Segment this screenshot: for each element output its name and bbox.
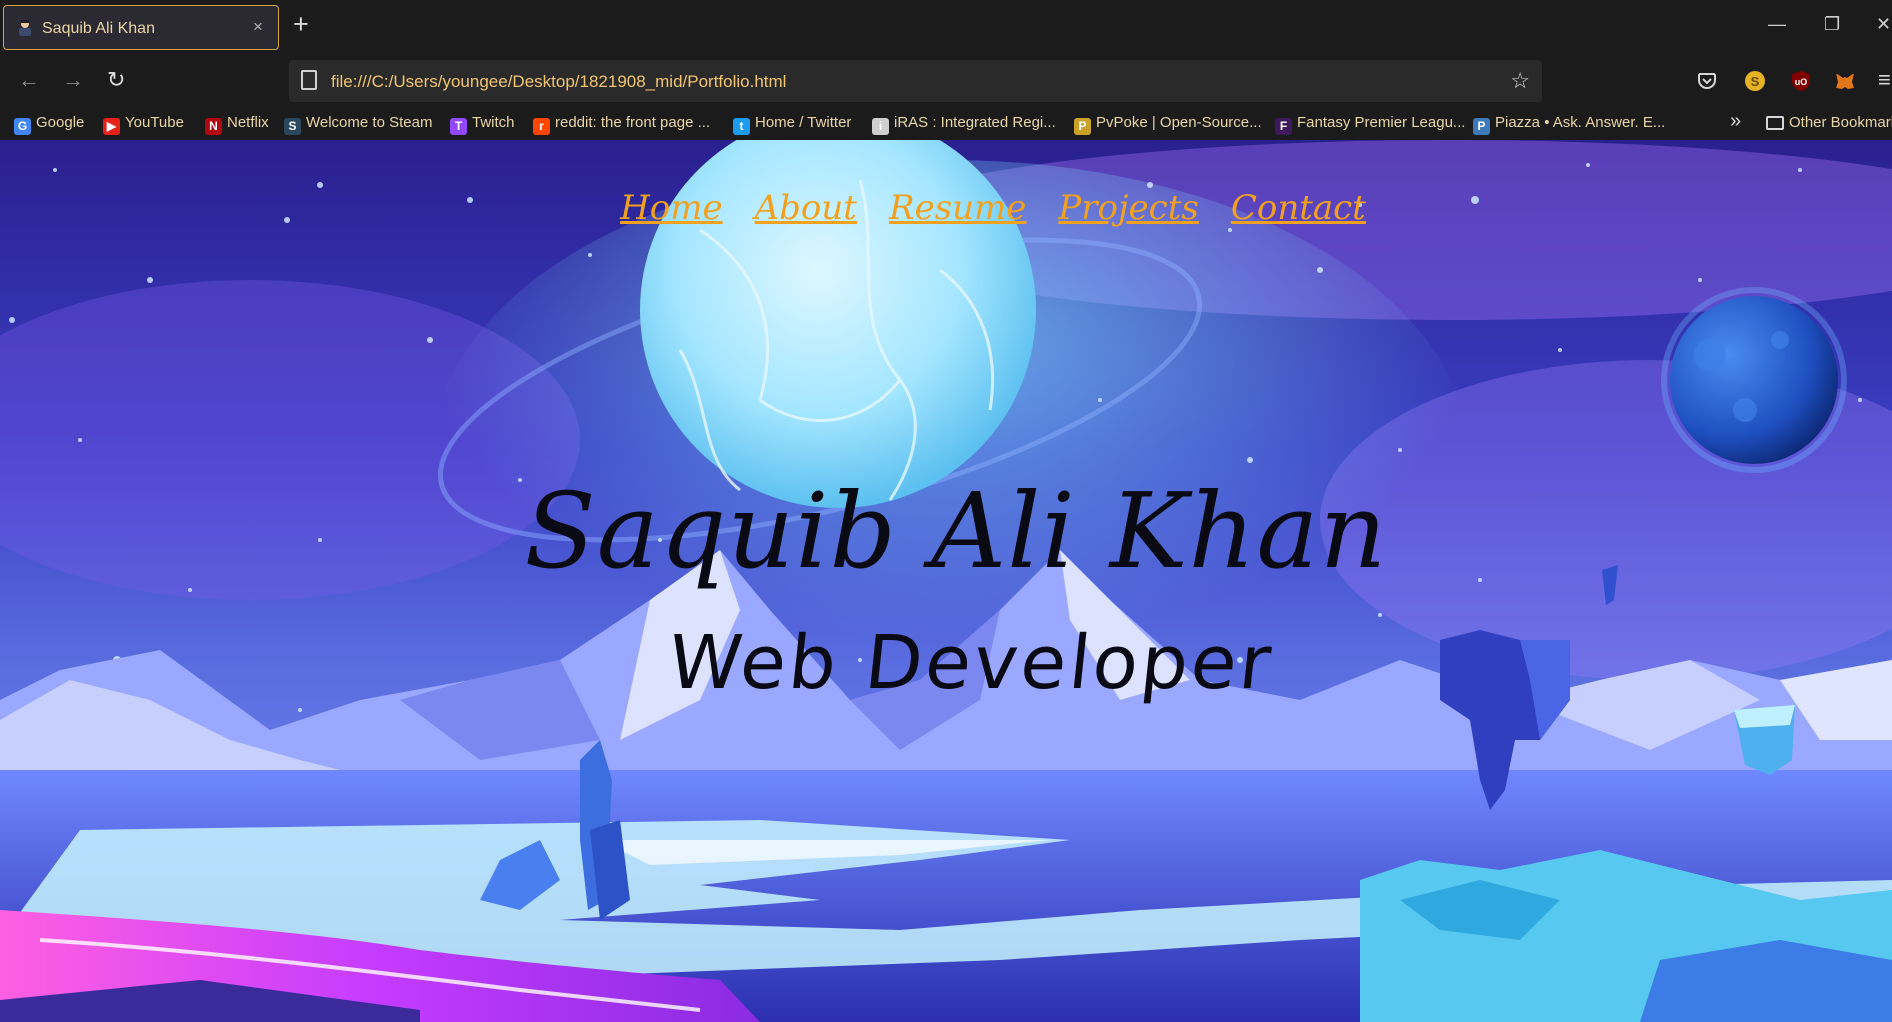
page-icon <box>301 70 317 90</box>
bookmark-label: PvPoke | Open-Source... <box>1096 114 1262 131</box>
reload-icon[interactable]: ↻ <box>107 67 125 93</box>
bookmark-item[interactable]: r reddit: the front page ... <box>533 114 710 136</box>
bookmark-item[interactable]: T Twitch <box>450 114 515 136</box>
svg-text:uO: uO <box>1795 77 1808 87</box>
bookmark-label: Google <box>36 114 85 131</box>
other-bookmarks-folder[interactable]: Other Bookmarks <box>1766 114 1892 136</box>
bookmark-label: Welcome to Steam <box>306 114 433 131</box>
hero-role: Web Developer <box>664 620 1278 706</box>
bookmark-item[interactable]: N Netflix <box>205 114 269 136</box>
other-bookmarks-label: Other Bookmarks <box>1789 114 1892 131</box>
forward-icon[interactable]: → <box>62 67 84 93</box>
twitch-icon: T <box>450 118 467 135</box>
bookmark-label: Twitch <box>472 114 515 131</box>
nav-link-home[interactable]: Home <box>620 188 722 228</box>
bookmark-item[interactable]: t Home / Twitter <box>733 114 851 136</box>
browser-tab[interactable]: Saquib Ali Khan × <box>3 5 279 50</box>
restore-icon[interactable]: ❐ <box>1824 14 1840 35</box>
bookmark-item[interactable]: G Google <box>14 114 84 136</box>
tab-strip: Saquib Ali Khan × + — ❐ ✕ <box>0 0 1892 54</box>
bookmark-star-icon[interactable]: ☆ <box>1510 68 1530 94</box>
folder-icon <box>1766 116 1784 130</box>
tab-close-icon[interactable]: × <box>253 17 263 37</box>
navigation-toolbar: ← → ↻ file:///C:/Users/youngee/Desktop/1… <box>0 54 1892 108</box>
hero-name: Saquib Ali Khan <box>524 470 1388 592</box>
address-bar[interactable]: file:///C:/Users/youngee/Desktop/1821908… <box>289 60 1542 102</box>
bookmark-item[interactable]: P PvPoke | Open-Source... <box>1074 114 1262 136</box>
bookmark-item[interactable]: ▶ YouTube <box>103 114 184 136</box>
bookmark-item[interactable]: P Piazza • Ask. Answer. E... <box>1473 114 1665 136</box>
bookmark-label: Fantasy Premier Leagu... <box>1297 114 1466 131</box>
minimize-icon[interactable]: — <box>1768 14 1786 35</box>
bookmark-label: iRAS : Integrated Regi... <box>894 114 1056 131</box>
bookmark-label: Netflix <box>227 114 269 131</box>
portfolio-page: Home About Resume Projects Contact Saquib Al… <box>0 140 1892 1022</box>
back-icon[interactable]: ← <box>18 67 40 93</box>
svg-text:S: S <box>1751 74 1760 89</box>
youtube-icon: ▶ <box>103 118 120 135</box>
nav-link-contact[interactable]: Contact <box>1231 188 1366 228</box>
bookmark-label: Home / Twitter <box>755 114 852 131</box>
bookmarks-overflow-icon[interactable]: » <box>1730 110 1741 132</box>
google-icon: G <box>14 118 31 135</box>
new-tab-button[interactable]: + <box>293 11 309 38</box>
nav-link-projects[interactable]: Projects <box>1058 188 1198 228</box>
window-close-icon[interactable]: ✕ <box>1876 14 1891 35</box>
ublock-icon[interactable]: uO <box>1790 70 1812 92</box>
bookmark-label: YouTube <box>125 114 184 131</box>
netflix-icon: N <box>205 118 222 135</box>
coin-extension-icon[interactable]: S <box>1744 70 1766 92</box>
iras-icon: i <box>872 118 889 135</box>
pocket-icon[interactable] <box>1696 70 1718 92</box>
menu-icon[interactable]: ≡ <box>1878 67 1891 93</box>
piazza-icon: P <box>1473 118 1490 135</box>
bookmark-item[interactable]: i iRAS : Integrated Regi... <box>872 114 1056 136</box>
bookmark-item[interactable]: S Welcome to Steam <box>284 114 432 136</box>
bookmark-item[interactable]: F Fantasy Premier Leagu... <box>1275 114 1465 136</box>
premier-league-icon: F <box>1275 118 1292 135</box>
bookmark-label: Piazza • Ask. Answer. E... <box>1495 114 1666 131</box>
nav-link-about[interactable]: About <box>755 188 857 228</box>
nav-link-resume[interactable]: Resume <box>889 188 1026 228</box>
reddit-icon: r <box>533 118 550 135</box>
pvpoke-icon: P <box>1074 118 1091 135</box>
url-text[interactable]: file:///C:/Users/youngee/Desktop/1821908… <box>331 72 786 92</box>
bookmark-label: reddit: the front page ... <box>555 114 711 131</box>
tab-favicon-icon <box>19 20 31 36</box>
twitter-icon: t <box>733 118 750 135</box>
steam-icon: S <box>284 118 301 135</box>
tab-title: Saquib Ali Khan <box>42 20 155 37</box>
site-navigation: Home About Resume Projects Contact <box>0 188 1892 228</box>
bookmarks-bar: G Google ▶ YouTube N Netflix S Welcome to Steam… <box>0 108 1892 140</box>
metamask-icon[interactable] <box>1834 70 1856 92</box>
